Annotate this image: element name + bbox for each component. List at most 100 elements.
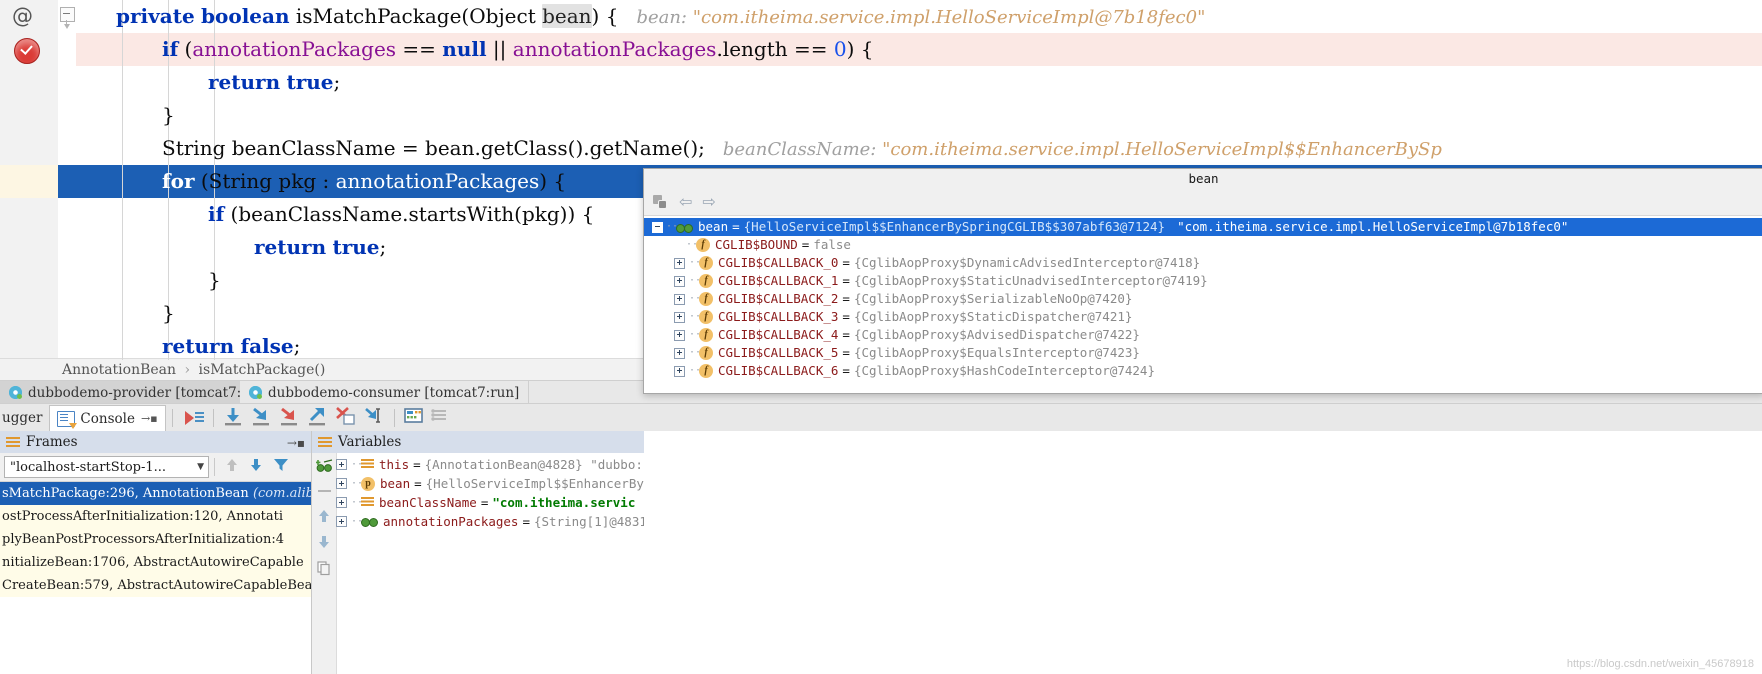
inline-debug-hint: beanClassName: "com.itheima.service.impl… <box>722 139 1442 160</box>
expand-toggle-icon[interactable] <box>336 516 347 527</box>
inspector-row[interactable]: ···f CGLIB$CALLBACK_0={CglibAopProxy$Dyna… <box>644 254 1762 272</box>
code-token: 0 <box>833 37 847 61</box>
move-watch-down-button[interactable] <box>312 529 336 555</box>
variables-pane[interactable]: Variables ··· this = {AnnotationBean@482… <box>311 431 644 674</box>
inspector-row[interactable]: ···f CGLIB$BOUND=false <box>644 236 1762 254</box>
expand-toggle-icon[interactable] <box>674 365 685 377</box>
mute-breakpoints-button[interactable] <box>429 405 457 431</box>
expand-toggle-icon[interactable] <box>674 275 685 287</box>
variables-tree[interactable]: ···this={AnnotationBean@4828} "dubbo:···… <box>312 453 644 531</box>
variables-side-toolbar[interactable] <box>312 453 337 674</box>
step-over-button[interactable] <box>220 405 248 431</box>
breakpoint-verified-icon[interactable] <box>14 38 40 64</box>
step-into-button[interactable] <box>248 405 276 431</box>
breadcrumb-method[interactable]: isMatchPackage() <box>199 362 326 378</box>
equals-sign: = <box>522 514 530 529</box>
equals-sign: = <box>414 476 422 491</box>
thread-selector[interactable]: "localhost-startStop-1... ▼ <box>4 456 209 478</box>
force-step-into-button[interactable] <box>276 405 304 431</box>
frames-stack-list[interactable]: sMatchPackage:296, AnnotationBean (com.a… <box>0 482 311 597</box>
inspector-row[interactable]: ··· bean = {HelloServiceImpl$$EnhancerBySpr… <box>644 218 1762 236</box>
move-watch-up-button[interactable] <box>312 503 336 529</box>
code-line[interactable]: if (annotationPackages == null || annota… <box>76 33 1762 66</box>
code-line[interactable]: String beanClassName = bean.getClass().g… <box>76 132 1762 165</box>
run-tab-consumer[interactable]: dubbodemo-consumer [tomcat7:run] <box>240 381 530 404</box>
frame-row[interactable]: ostProcessAfterInitialization:120, Annot… <box>0 505 311 528</box>
code-text: return true; <box>76 235 386 259</box>
inspector-tree[interactable]: ··· bean = {HelloServiceImpl$$EnhancerBySpr… <box>644 216 1762 393</box>
variable-row[interactable]: ··· annotationPackages = {String[1]@4831} <box>312 512 644 531</box>
inspector-row[interactable]: ···f CGLIB$CALLBACK_1={CglibAopProxy$Stat… <box>644 272 1762 290</box>
ide-window: @ private boolean isMatchPackage(Object … <box>0 0 1762 674</box>
code-line[interactable]: return true; <box>76 66 1762 99</box>
arrow-back-icon[interactable]: ⇦ <box>679 194 692 210</box>
code-token: ) { <box>846 37 874 61</box>
tree-connector: ··· <box>351 516 370 527</box>
expand-toggle-icon[interactable] <box>674 311 685 323</box>
run-tab-provider[interactable]: dubbodemo-provider [tomcat7:run] <box>0 381 281 404</box>
expand-toggle-icon[interactable] <box>674 347 685 359</box>
copy-value-button[interactable] <box>312 555 336 581</box>
inspector-row[interactable]: ···f CGLIB$CALLBACK_6={CglibAopProxy$Hash… <box>644 362 1762 380</box>
field-icon: f <box>699 292 713 306</box>
frames-filter-button[interactable] <box>268 457 294 478</box>
variable-row[interactable]: ··· beanClassName = "com.itheima.servic <box>312 493 644 512</box>
variable-value: {String[1]@4831} <box>534 514 644 529</box>
frame-up-button[interactable] <box>220 457 244 478</box>
new-watch-button[interactable] <box>312 453 336 479</box>
step-out-button[interactable] <box>304 405 332 431</box>
variable-row[interactable]: ···pbean={HelloServiceImpl$$EnhancerByS <box>312 474 644 493</box>
frames-pane[interactable]: Frames →▪ "localhost-startStop-1... ▼ sM… <box>0 431 311 674</box>
inspector-row[interactable]: ···f CGLIB$CALLBACK_5={CglibAopProxy$Equa… <box>644 344 1762 362</box>
frames-controls[interactable]: "localhost-startStop-1... ▼ <box>0 453 311 482</box>
expand-toggle-icon[interactable] <box>336 459 347 470</box>
expand-toggle-icon[interactable] <box>336 497 347 508</box>
equals-sign: = <box>842 273 850 288</box>
frames-icon[interactable] <box>652 194 669 210</box>
tree-connector: ··· <box>689 326 707 344</box>
frame-row[interactable]: plyBeanPostProcessorsAfterInitialization… <box>0 528 311 551</box>
step-out-icon <box>308 408 325 426</box>
remove-watch-button[interactable] <box>312 479 336 503</box>
code-line[interactable]: } <box>76 99 1762 132</box>
expand-toggle-icon[interactable] <box>674 329 685 341</box>
frames-title: Frames <box>26 434 78 450</box>
arrow-forward-icon[interactable]: ⇨ <box>702 194 715 210</box>
collapse-toggle-icon[interactable] <box>652 221 663 233</box>
collapse-pane-icon[interactable]: →▪ <box>287 436 305 450</box>
frame-row[interactable]: sMatchPackage:296, AnnotationBean (com.a… <box>0 482 311 505</box>
variable-name: beanClassName <box>379 495 477 510</box>
tree-connector: ··· <box>689 254 707 272</box>
debug-toolbar[interactable]: ugger Console →▪ <box>0 403 1762 432</box>
expand-toggle-icon[interactable] <box>674 293 685 305</box>
inspector-row[interactable]: ···f CGLIB$CALLBACK_3={CglibAopProxy$Stat… <box>644 308 1762 326</box>
expand-toggle-icon[interactable] <box>674 257 685 269</box>
stop-button[interactable] <box>332 405 360 431</box>
evaluate-expression-button[interactable] <box>401 405 429 431</box>
equals-sign: = <box>480 495 489 510</box>
run-to-cursor-button[interactable] <box>360 405 388 431</box>
variable-row[interactable]: ··· this = {AnnotationBean@4828} "dubbo: <box>312 455 644 474</box>
frame-method: CreateBean:579, AbstractAutowireCapableB… <box>2 578 311 593</box>
code-line[interactable]: private boolean isMatchPackage(Object be… <box>76 0 1762 33</box>
frame-row[interactable]: nitializeBean:1706, AbstractAutowireCapa… <box>0 551 311 574</box>
tab-overflow-icon[interactable]: →▪ <box>141 412 158 425</box>
code-fold-minus-icon[interactable] <box>60 7 75 22</box>
inspector-field-name: CGLIB$CALLBACK_1 <box>718 273 839 288</box>
frame-down-button[interactable] <box>244 457 268 478</box>
variable-name: annotationPackages <box>383 514 519 529</box>
resume-program-button[interactable] <box>179 405 207 431</box>
breadcrumb-class[interactable]: AnnotationBean <box>62 362 176 378</box>
tab-console[interactable]: Console →▪ <box>49 404 166 432</box>
tab-debugger[interactable]: ugger <box>0 405 49 432</box>
code-token: pkg : <box>272 169 336 193</box>
code-text: } <box>76 268 221 292</box>
inspector-toolbar[interactable]: ⇦ ⇨ <box>644 189 1762 216</box>
inspector-row[interactable]: ···f CGLIB$CALLBACK_4={CglibAopProxy$Advi… <box>644 326 1762 344</box>
inspector-field-value: {HelloServiceImpl$$EnhancerBySpringCGLIB… <box>743 219 1166 234</box>
inspector-row[interactable]: ···f CGLIB$CALLBACK_2={CglibAopProxy$Seri… <box>644 290 1762 308</box>
frame-method: plyBeanPostProcessorsAfterInitialization… <box>2 532 285 547</box>
frame-row[interactable]: CreateBean:579, AbstractAutowireCapableB… <box>0 574 311 597</box>
expand-toggle-icon[interactable] <box>336 478 347 489</box>
bean-inspector-popup[interactable]: bean ⇦ ⇨ ··· bean = {HelloServiceImpl$$Enha… <box>643 168 1762 394</box>
